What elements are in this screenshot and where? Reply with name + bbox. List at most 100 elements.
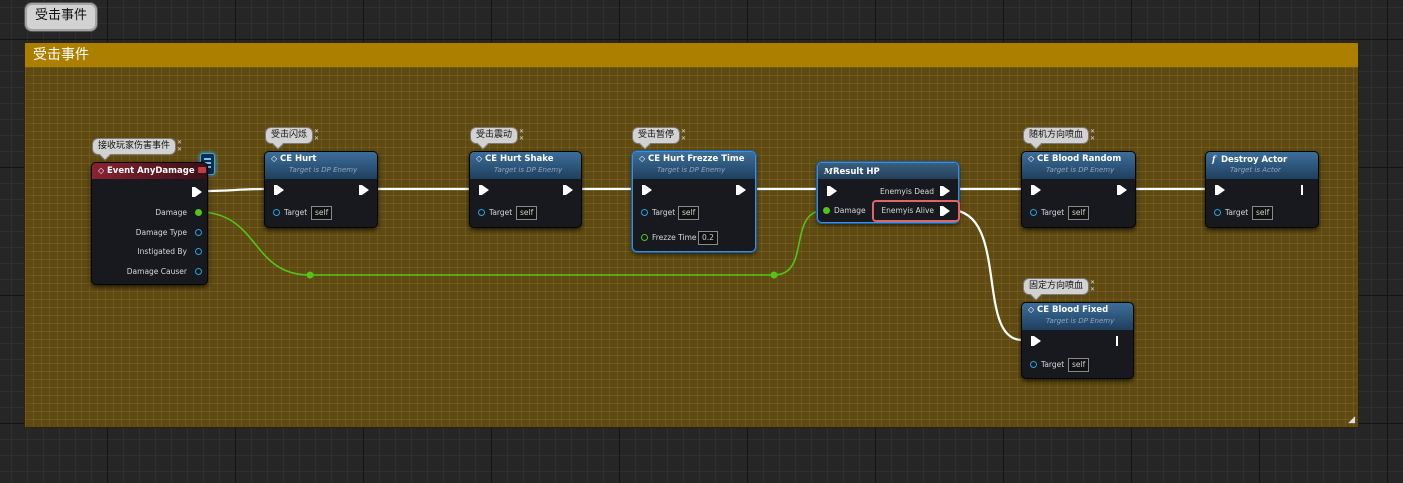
exec-wire-alive-fixed [949, 208, 1023, 342]
target-field[interactable]: self [1068, 206, 1090, 220]
node-header: MResult HP [818, 163, 958, 179]
exec-in-pin[interactable] [1215, 185, 1225, 195]
node-header: ◇ CE Blood Random Target is DP Enemy [1022, 152, 1135, 179]
node-title: CE Hurt Shake [485, 154, 554, 164]
exec-wire-event-hurt [202, 187, 266, 193]
enemy-dead-label: Enemyis Dead [880, 187, 934, 196]
node-subtitle: Target is DP Enemy [1046, 166, 1115, 174]
node-subtitle: Target is DP Enemy [1046, 317, 1115, 325]
random-comment-bubble[interactable]: 随机方向喷血 ✕ ✕ [1023, 127, 1095, 150]
ce-hurt-shake-node[interactable]: ◇ CE Hurt Shake Target is DP Enemy Target… [469, 151, 582, 228]
target-label: Target [284, 208, 308, 217]
ce-blood-fixed-node[interactable]: ◇ CE Blood Fixed Target is DP Enemy Targe… [1021, 302, 1134, 379]
pin-label-instigated-by: Instigated By [137, 247, 187, 256]
node-subtitle: Target is Actor [1230, 166, 1281, 174]
event-anydamage-node[interactable]: ◇ Event AnyDamage Damage Damage Type Inst… [91, 162, 208, 285]
node-subtitle: Target is DP Enemy [494, 166, 563, 174]
node-header: ◇ Event AnyDamage [92, 163, 207, 179]
target-pin[interactable] [641, 209, 648, 216]
node-title: CE Hurt Frezze Time [648, 154, 745, 164]
node-header: ◇ CE Hurt Target is DP Enemy [265, 152, 377, 179]
highlight-box [872, 200, 960, 222]
pin-label-damage: Damage [155, 208, 187, 217]
destroy-actor-node[interactable]: f Destroy Actor Target is Actor Target se… [1205, 151, 1319, 228]
target-field[interactable]: self [678, 206, 700, 220]
ce-hurt-frezze-time-node[interactable]: ◇ CE Hurt Frezze Time Target is DP Enemy … [632, 151, 756, 252]
node-title: CE Blood Random [1037, 154, 1122, 164]
hurt-comment-bubble[interactable]: 受击闪烁 ✕ ✕ [265, 127, 319, 150]
exec-out-pin[interactable] [1301, 185, 1303, 195]
node-header: f Destroy Actor Target is Actor [1206, 152, 1318, 179]
node-title: Destroy Actor [1221, 155, 1288, 165]
damage-type-pin[interactable] [195, 229, 202, 236]
event-comment-bubble[interactable]: 接收玩家伤害事件 ✕ ✕ [92, 138, 182, 161]
ce-blood-random-node[interactable]: ◇ CE Blood Random Target is DP Enemy Targ… [1021, 151, 1136, 228]
exec-in-pin[interactable] [1031, 336, 1041, 346]
node-header: ◇ CE Hurt Frezze Time Target is DP Enemy [633, 152, 755, 179]
diamond-icon: ◇ [1028, 154, 1035, 163]
shake-comment-bubble[interactable]: 受击震动 ✕ ✕ [470, 127, 524, 150]
wire-knot-2 [770, 271, 778, 279]
exec-out-pin[interactable] [563, 185, 573, 195]
target-field[interactable]: self [1252, 206, 1274, 220]
exec-in-pin[interactable] [1031, 185, 1041, 195]
bubble-pin-icon[interactable]: ✕ ✕ [519, 128, 526, 142]
bubble-pin-icon[interactable]: ✕ ✕ [681, 128, 688, 142]
target-field[interactable]: self [516, 206, 538, 220]
node-title: Event AnyDamage [107, 166, 195, 176]
damage-pin[interactable] [195, 209, 202, 216]
bubble-pin-icon[interactable]: ✕ ✕ [1090, 279, 1097, 293]
ce-hurt-node[interactable]: ◇ CE Hurt Target is DP Enemy Target self [264, 151, 378, 228]
exec-out-pin[interactable] [192, 187, 202, 197]
frezze-time-field[interactable]: 0.2 [698, 231, 718, 245]
exec-out-pin[interactable] [359, 185, 369, 195]
fixed-comment-bubble[interactable]: 固定方向喷血 ✕ ✕ [1023, 278, 1095, 301]
damage-causer-pin[interactable] [195, 268, 202, 275]
diamond-icon: ◇ [98, 166, 105, 175]
target-pin[interactable] [478, 209, 485, 216]
node-title: CE Blood Fixed [1037, 305, 1109, 315]
pin-label-damage-type: Damage Type [135, 228, 187, 237]
bubble-pin-icon[interactable]: ✕ ✕ [314, 128, 321, 142]
node-header: ◇ CE Hurt Shake Target is DP Enemy [470, 152, 581, 179]
target-pin[interactable] [1030, 209, 1037, 216]
node-subtitle: Target is DP Enemy [289, 166, 358, 174]
macro-icon: M [824, 166, 833, 176]
function-icon: f [1212, 154, 1216, 164]
diamond-icon: ◇ [271, 154, 278, 163]
pin-label-damage-causer: Damage Causer [126, 267, 187, 276]
damage-input-pin[interactable] [823, 207, 830, 214]
exec-in-pin[interactable] [479, 185, 489, 195]
target-label: Target [1225, 208, 1249, 217]
exec-in-pin[interactable] [642, 185, 652, 195]
exec-in-pin[interactable] [827, 186, 837, 196]
exec-in-pin[interactable] [274, 185, 284, 195]
target-label: Target [1041, 360, 1065, 369]
enemy-dead-exec-pin[interactable] [940, 186, 950, 196]
event-delegate-icon[interactable] [198, 167, 206, 173]
target-label: Target [1041, 208, 1065, 217]
frezze-time-label: Frezze Time [652, 233, 697, 242]
target-pin[interactable] [1030, 361, 1037, 368]
target-label: Target [652, 208, 676, 217]
instigated-by-pin[interactable] [195, 248, 202, 255]
target-pin[interactable] [273, 209, 280, 216]
target-field[interactable]: self [311, 206, 333, 220]
exec-out-pin[interactable] [1116, 336, 1118, 346]
node-title: CE Hurt [280, 154, 317, 164]
wire-knot-1 [306, 271, 314, 279]
freeze-comment-bubble[interactable]: 受击暂停 ✕ ✕ [632, 127, 686, 150]
frezze-time-pin[interactable] [641, 234, 648, 241]
event-comment-label: 接收玩家伤害事件 [98, 141, 171, 151]
node-header: ◇ CE Blood Fixed Target is DP Enemy [1022, 303, 1133, 330]
diamond-icon: ◇ [476, 154, 483, 163]
bubble-pin-icon[interactable]: ✕ ✕ [1090, 128, 1097, 142]
node-title: Result HP [833, 167, 880, 177]
node-subtitle: Target is DP Enemy [657, 166, 726, 174]
bubble-pin-icon[interactable]: ✕ ✕ [177, 139, 184, 153]
target-pin[interactable] [1214, 209, 1221, 216]
target-field[interactable]: self [1068, 358, 1090, 372]
exec-out-pin[interactable] [736, 185, 746, 195]
diamond-icon: ◇ [1028, 305, 1035, 314]
exec-out-pin[interactable] [1117, 185, 1127, 195]
